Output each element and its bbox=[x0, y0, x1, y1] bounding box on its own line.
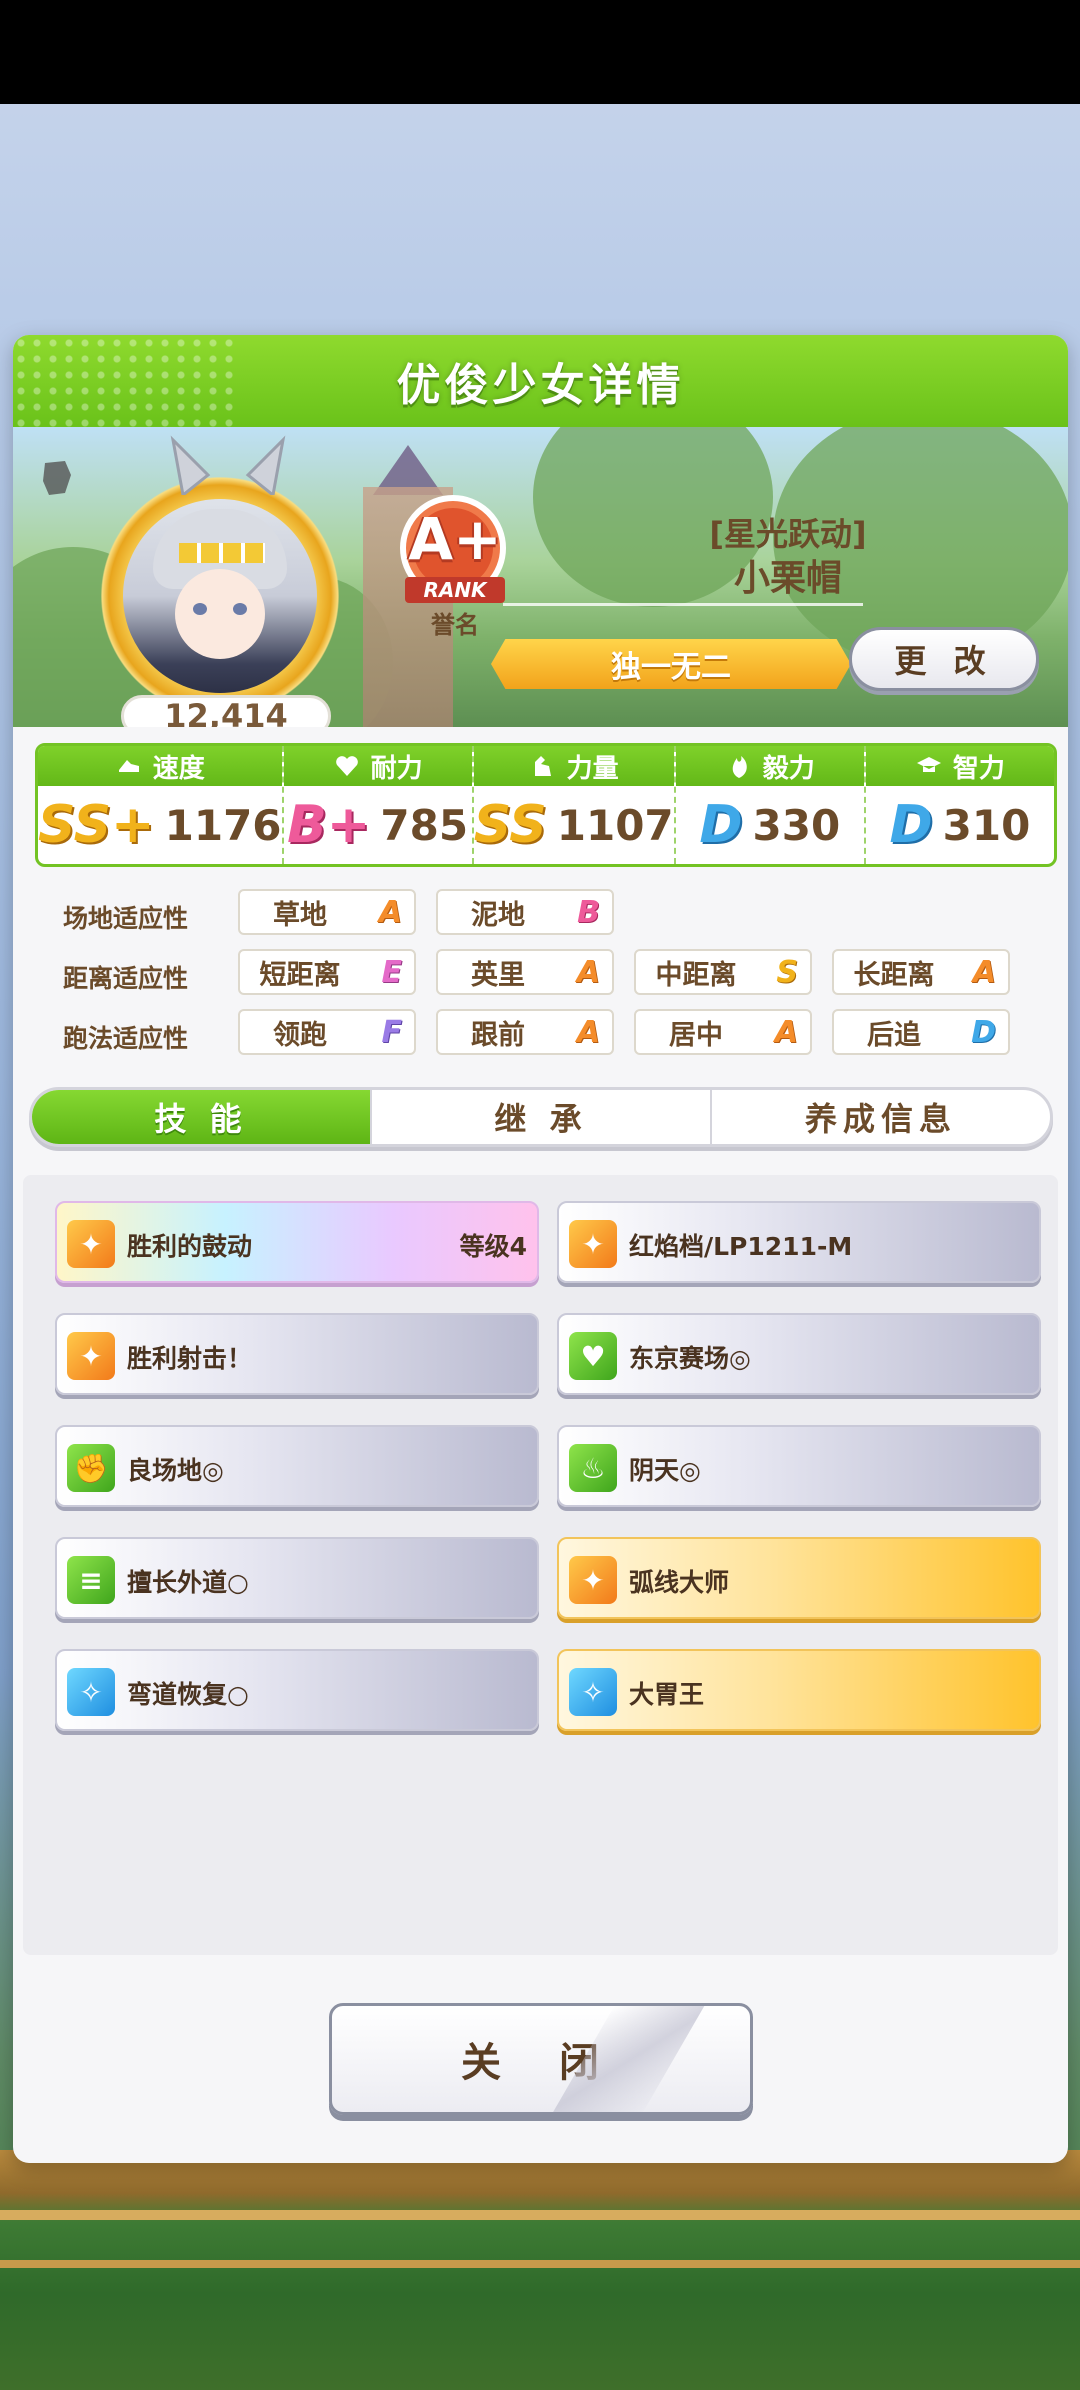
title-pattern bbox=[13, 335, 233, 427]
skill-level: 等级4 bbox=[459, 1232, 527, 1261]
aptitude-cell: 跟前 A bbox=[436, 1009, 614, 1055]
skill-item[interactable]: ✧ 大胃王 bbox=[557, 1649, 1041, 1731]
stat-wisdom: 智力 D 310 bbox=[865, 746, 1054, 864]
aptitude-grade: A bbox=[774, 1014, 798, 1050]
aptitude-cell: 居中 A bbox=[634, 1009, 812, 1055]
skill-item[interactable]: ✊ 良场地◎ bbox=[55, 1425, 539, 1507]
stat-grade: D bbox=[699, 795, 743, 855]
skills-list: ✦ 胜利的鼓动 等级4 ✦ 红焰档/LP1211-M ✦ 胜利射击！ ♥ 东京赛… bbox=[23, 1175, 1058, 1955]
skill-item[interactable]: ≡ 擅长外道○ bbox=[55, 1537, 539, 1619]
rank-word: RANK bbox=[405, 577, 505, 603]
aptitude-grade: A bbox=[576, 954, 600, 990]
stat-label: 耐力 bbox=[370, 753, 423, 784]
heart-icon: ♥ bbox=[569, 1332, 617, 1380]
detail-tabs: 技 能 继 承 养成信息 bbox=[29, 1087, 1053, 1147]
stat-value: 1107 bbox=[556, 800, 674, 850]
stat-value: 1176 bbox=[164, 800, 282, 850]
stat-guts: 毅力 D 330 bbox=[675, 746, 866, 864]
aptitude-grade: E bbox=[381, 954, 403, 990]
aptitude-cell: 短距离 E bbox=[238, 949, 416, 995]
stat-label: 力量 bbox=[566, 753, 619, 784]
aptitude-cell: 后追 D bbox=[832, 1009, 1010, 1055]
rank-grade: A+ bbox=[408, 505, 502, 573]
stat-speed: 速度 SS+ 1176 bbox=[38, 746, 284, 864]
rank-caption: 誉名 bbox=[431, 611, 479, 639]
stat-grade: SS bbox=[473, 795, 547, 855]
stat-stamina: 耐力 B+ 785 bbox=[283, 746, 474, 864]
aptitude-grade: S bbox=[776, 954, 798, 990]
horse-name: 小栗帽 bbox=[733, 558, 842, 599]
skill-item[interactable]: ♨ 阴天◎ bbox=[557, 1425, 1041, 1507]
title-ribbon: 独一无二 bbox=[491, 639, 851, 689]
aptitude-grade: B bbox=[577, 894, 600, 930]
speed-shoe-icon bbox=[118, 760, 139, 772]
tab-skills[interactable]: 技 能 bbox=[32, 1090, 372, 1144]
ears-icon bbox=[170, 435, 286, 495]
muscle-icon bbox=[534, 756, 551, 776]
sparkle-icon: ✧ bbox=[67, 1668, 115, 1716]
skill-item[interactable]: ✦ 弧线大师 bbox=[557, 1537, 1041, 1619]
lane-icon: ≡ bbox=[67, 1556, 115, 1604]
aptitude-cell: 领跑 F bbox=[238, 1009, 416, 1055]
running-horse-icon: ✦ bbox=[67, 1220, 115, 1268]
skill-item[interactable]: ✦ 红焰档/LP1211-M bbox=[557, 1201, 1041, 1283]
stat-value: 330 bbox=[752, 800, 841, 850]
stat-grade: SS+ bbox=[38, 795, 155, 855]
graduation-cap-icon bbox=[916, 757, 941, 772]
stat-grade: D bbox=[889, 795, 933, 855]
name-divider bbox=[503, 603, 863, 606]
title-bar: 优俊少女详情 bbox=[13, 335, 1068, 427]
aptitude-grade: A bbox=[972, 954, 996, 990]
aptitude-grade: F bbox=[381, 1014, 403, 1050]
stat-label: 毅力 bbox=[762, 753, 815, 784]
stats-bar: 速度 SS+ 1176 耐力 B+ 785 力量 SS 1107 毅力 D 33… bbox=[35, 743, 1057, 867]
background-racetrack bbox=[0, 2150, 1080, 2390]
horseshoe-icon bbox=[43, 461, 71, 495]
stat-value: 310 bbox=[942, 800, 1031, 850]
aptitude-cell: 草地 A bbox=[238, 889, 416, 935]
page-title: 优俊少女详情 bbox=[396, 360, 685, 411]
horse-detail-panel: 优俊少女详情 12,414 A+ RANK 誉名 [星光跃动] 小栗帽 独一无二… bbox=[13, 335, 1068, 2163]
running-horse-icon: ✦ bbox=[569, 1556, 617, 1604]
aptitude-label: 距离适应性 bbox=[63, 964, 189, 993]
aptitude-grade: A bbox=[576, 1014, 600, 1050]
flame-icon bbox=[732, 756, 747, 778]
aptitude-grade: D bbox=[971, 1014, 996, 1050]
stat-power: 力量 SS 1107 bbox=[473, 746, 676, 864]
heart-icon bbox=[335, 756, 358, 776]
aptitude-cell: 长距离 A bbox=[832, 949, 1010, 995]
muscle-icon: ✊ bbox=[67, 1444, 115, 1492]
avatar[interactable] bbox=[123, 499, 317, 693]
distance-aptitude-row: 距离适应性 短距离 E 英里 A 中距离 S 长距离 A bbox=[13, 949, 1068, 997]
skill-item[interactable]: ♥ 东京赛场◎ bbox=[557, 1313, 1041, 1395]
strategy-aptitude-row: 跑法适应性 领跑 F 跟前 A 居中 A 后追 D bbox=[13, 1009, 1068, 1057]
tab-inheritance[interactable]: 继 承 bbox=[372, 1090, 712, 1144]
surface-aptitude-row: 场地适应性 草地 A 泥地 B bbox=[13, 889, 1068, 937]
change-title-button[interactable]: 更 改 bbox=[849, 627, 1039, 691]
aptitude-label: 场地适应性 bbox=[63, 904, 189, 933]
status-bar bbox=[0, 0, 1080, 104]
flame-icon: ♨ bbox=[569, 1444, 617, 1492]
skill-item[interactable]: ✦ 胜利射击！ bbox=[55, 1313, 539, 1395]
stat-value: 785 bbox=[380, 800, 469, 850]
stat-grade: B+ bbox=[287, 795, 371, 855]
running-horse-icon: ✦ bbox=[67, 1332, 115, 1380]
running-horse-icon: ✦ bbox=[569, 1220, 617, 1268]
aptitude-label: 跑法适应性 bbox=[63, 1024, 189, 1053]
skill-item[interactable]: ✦ 胜利的鼓动 等级4 bbox=[55, 1201, 539, 1283]
stat-label: 智力 bbox=[952, 753, 1005, 784]
aptitude-grade: A bbox=[378, 894, 402, 930]
aptitude-cell: 中距离 S bbox=[634, 949, 812, 995]
close-button[interactable]: 关 闭 bbox=[329, 2003, 753, 2115]
skill-item[interactable]: ✧ 弯道恢复○ bbox=[55, 1649, 539, 1731]
aptitude-cell: 英里 A bbox=[436, 949, 614, 995]
stat-label: 速度 bbox=[152, 753, 205, 784]
profile-banner: 12,414 A+ RANK 誉名 [星光跃动] 小栗帽 独一无二 更 改 bbox=[13, 427, 1068, 727]
aptitude-cell: 泥地 B bbox=[436, 889, 614, 935]
tab-training-info[interactable]: 养成信息 bbox=[712, 1090, 1050, 1144]
sparkle-icon: ✧ bbox=[569, 1668, 617, 1716]
score-display: 12,414 bbox=[121, 695, 331, 727]
